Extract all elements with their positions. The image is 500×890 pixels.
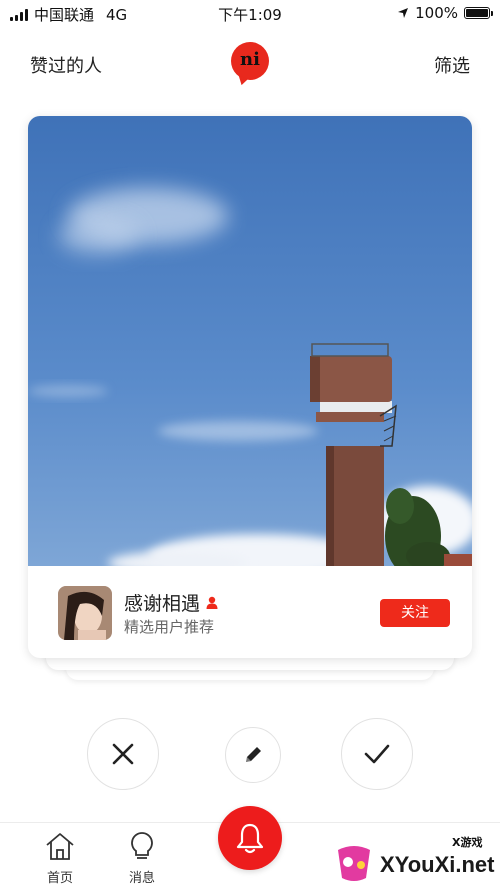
comment-button[interactable] bbox=[225, 727, 281, 783]
verified-user-icon bbox=[206, 596, 218, 609]
check-icon bbox=[364, 744, 390, 764]
user-name-row: 感谢相遇 bbox=[124, 589, 218, 616]
watermark-top-text: X游戏 bbox=[452, 836, 483, 849]
like-button[interactable] bbox=[341, 718, 413, 790]
filter-button[interactable]: 筛选 bbox=[434, 52, 470, 78]
nav-messages[interactable]: 消息 bbox=[112, 831, 172, 886]
user-subtitle: 精选用户推荐 bbox=[124, 618, 215, 636]
user-name: 感谢相遇 bbox=[124, 593, 201, 615]
nav-messages-label: 消息 bbox=[128, 871, 155, 886]
status-bar: 中国联通 4G 下午1:09 100% bbox=[0, 0, 500, 28]
battery-icon bbox=[464, 7, 493, 19]
app-logo: ni bbox=[231, 42, 269, 80]
battery-percent: 100% bbox=[415, 4, 458, 22]
close-icon bbox=[112, 743, 134, 765]
location-arrow-icon bbox=[398, 8, 409, 18]
dislike-button[interactable] bbox=[87, 718, 159, 790]
notification-button[interactable] bbox=[218, 806, 282, 870]
bell-icon bbox=[236, 823, 264, 854]
top-bar: 赞过的人 ni 筛选 bbox=[0, 38, 500, 88]
home-icon bbox=[46, 833, 74, 860]
clock: 下午1:09 bbox=[218, 6, 282, 24]
watermark-text: XYouXi.net bbox=[380, 852, 495, 877]
pencil-icon bbox=[246, 747, 261, 762]
follow-button[interactable]: 关注 bbox=[380, 599, 450, 627]
watermark-logo-icon bbox=[338, 846, 370, 881]
nav-home-label: 首页 bbox=[46, 871, 73, 886]
lightbulb-icon bbox=[131, 832, 153, 859]
profile-photo[interactable] bbox=[28, 116, 472, 566]
nav-home[interactable]: 首页 bbox=[30, 831, 90, 886]
user-info-row: 感谢相遇 精选用户推荐 关注 bbox=[28, 566, 472, 658]
avatar[interactable] bbox=[58, 586, 112, 640]
profile-card[interactable]: 感谢相遇 精选用户推荐 关注 bbox=[28, 116, 472, 658]
watermark: X游戏 XYouXi.net bbox=[330, 830, 500, 889]
liked-people-link[interactable]: 赞过的人 bbox=[30, 52, 102, 78]
